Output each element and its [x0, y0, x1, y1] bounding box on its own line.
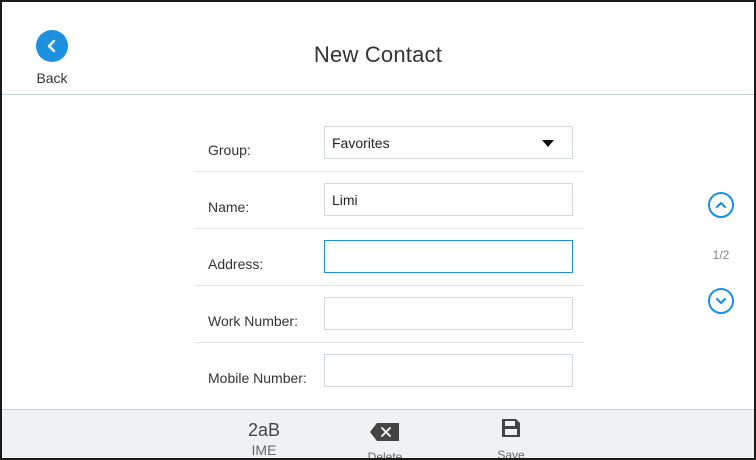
page-indicator: 1/2	[712, 248, 730, 262]
backspace-icon	[370, 423, 399, 441]
ime-label: IME	[251, 442, 277, 458]
name-field[interactable]: Limi	[324, 183, 573, 216]
work-number-field[interactable]	[324, 297, 573, 330]
mobile-number-row: Mobile Number:	[194, 343, 584, 400]
page-title: New Contact	[313, 42, 443, 67]
header-bar: Back New Contact	[2, 2, 754, 95]
work-number-row: Work Number:	[194, 286, 584, 343]
mobile-number-field[interactable]	[324, 354, 573, 387]
ime-button[interactable]: 2aB IME	[232, 410, 296, 458]
floppy-disk-icon	[502, 419, 520, 437]
contact-form: Group: Favorites Name: Limi Address: Wor…	[194, 115, 584, 400]
softkey-bar: 2aB IME Delete Save	[2, 409, 754, 460]
group-row: Group: Favorites	[194, 115, 584, 172]
address-row: Address:	[194, 229, 584, 286]
group-label: Group:	[208, 142, 251, 158]
ime-mode: 2aB	[247, 420, 281, 440]
page-up-button[interactable]	[708, 192, 734, 218]
name-label: Name:	[208, 199, 250, 215]
work-number-label: Work Number:	[208, 313, 298, 329]
dropdown-caret-icon	[542, 140, 554, 147]
group-select[interactable]: Favorites	[324, 126, 573, 159]
delete-button[interactable]: Delete	[360, 410, 410, 460]
address-field[interactable]	[324, 240, 573, 273]
delete-label: Delete	[367, 450, 403, 460]
address-label: Address:	[208, 256, 264, 272]
group-select-value: Favorites	[332, 135, 390, 151]
save-label: Save	[497, 448, 525, 460]
page-down-button[interactable]	[708, 288, 734, 314]
back-label: Back	[36, 70, 68, 86]
chevron-up-icon	[715, 201, 727, 209]
chevron-down-icon	[715, 297, 727, 305]
phone-screen: Back New Contact Group: Favorites Name: …	[0, 0, 756, 460]
name-row: Name: Limi	[194, 172, 584, 229]
save-button[interactable]: Save	[488, 410, 534, 460]
mobile-number-label: Mobile Number:	[208, 370, 307, 386]
